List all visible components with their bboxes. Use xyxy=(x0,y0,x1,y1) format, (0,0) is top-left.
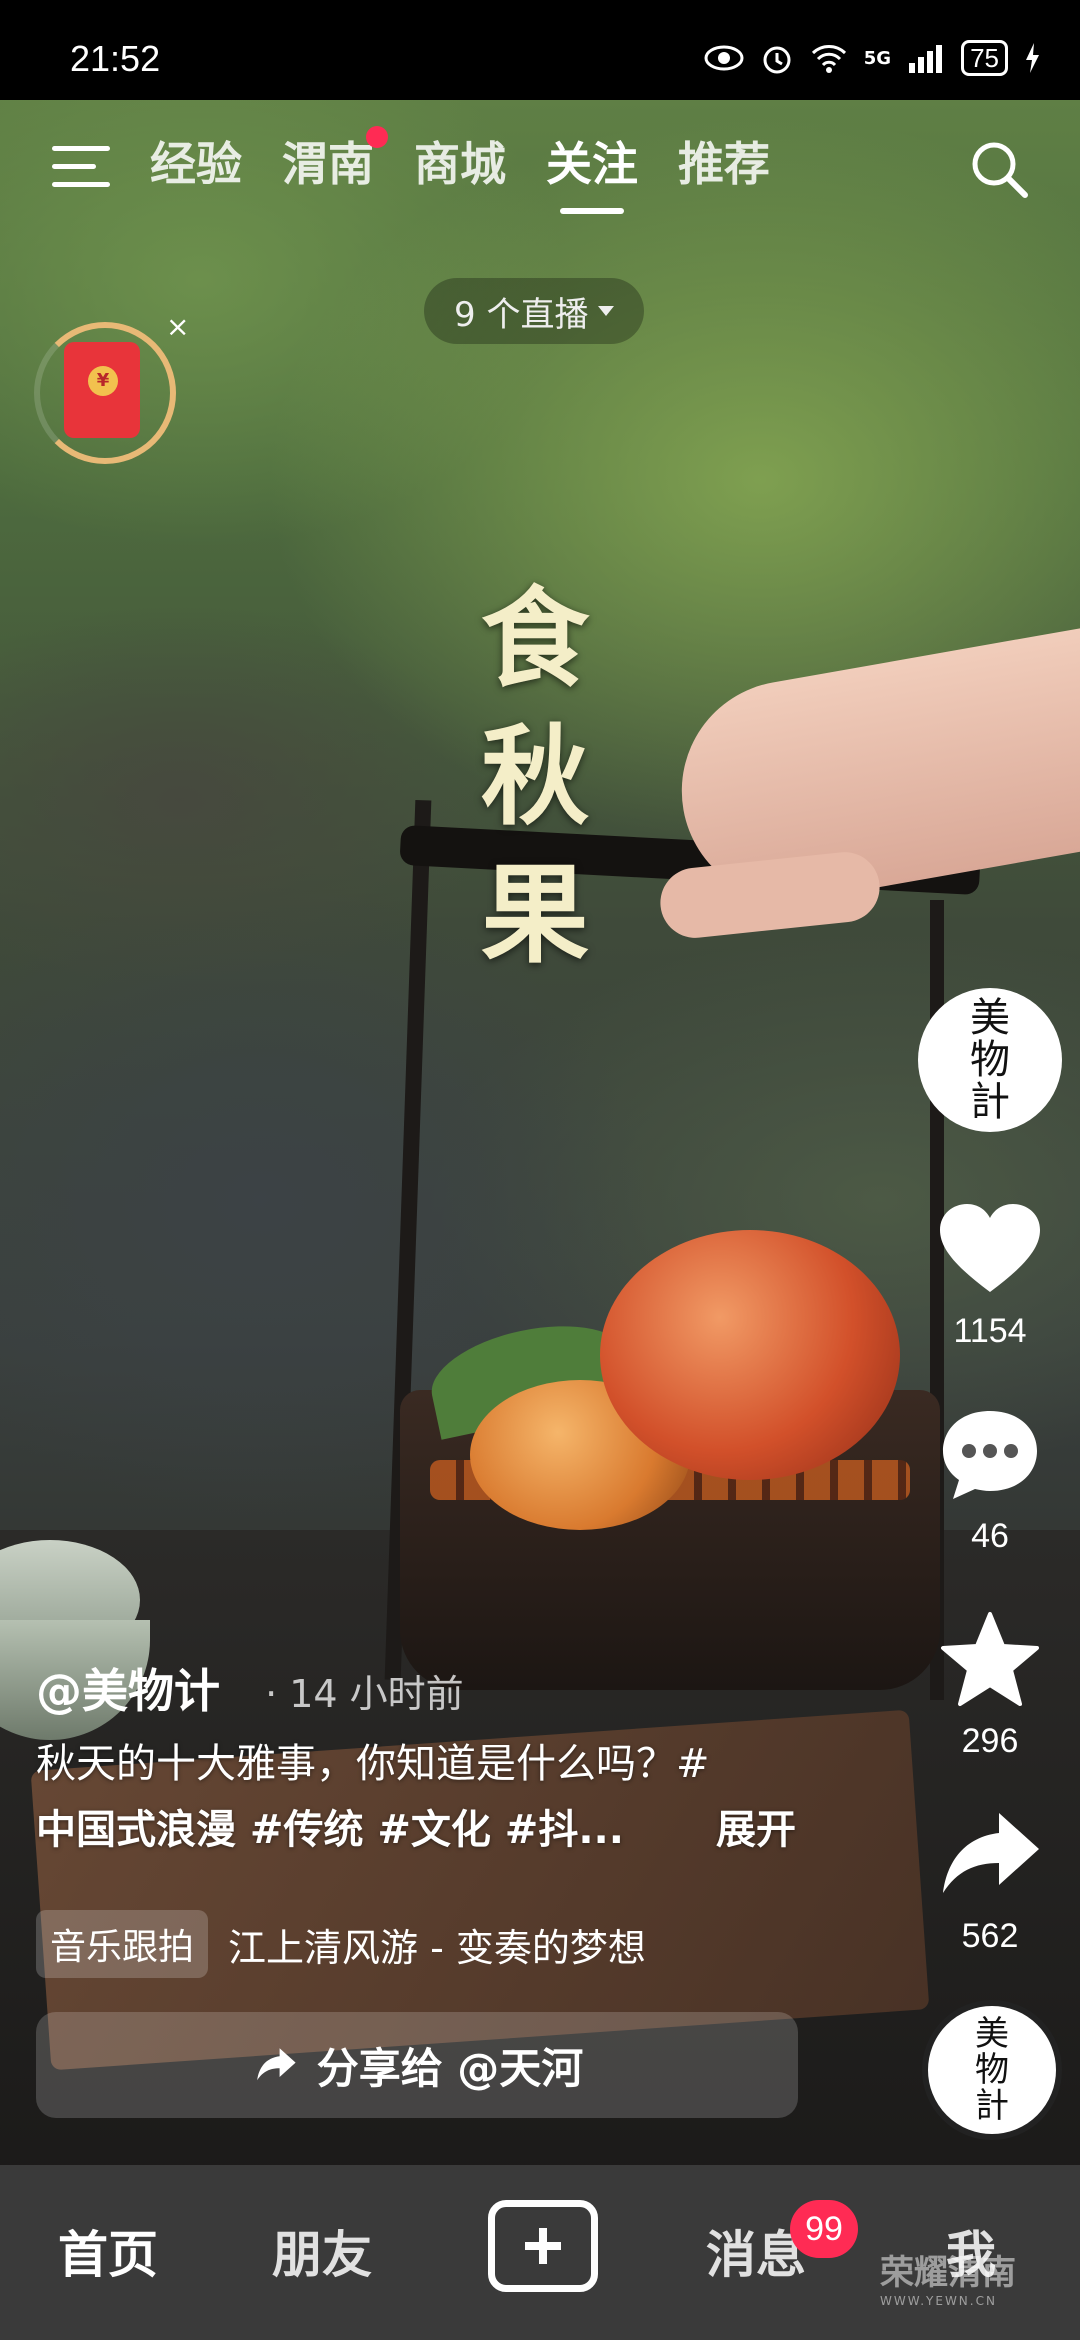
video-title-overlay: 食 秋 果 xyxy=(470,570,600,984)
share-to-friend-bar[interactable]: 分享给 @天河 xyxy=(36,2012,798,2118)
tab-weinan[interactable]: 渭南 xyxy=(282,126,388,208)
tab-recommend[interactable]: 推荐 xyxy=(678,128,770,208)
comment-icon xyxy=(943,1411,1037,1499)
like-count: 1154 xyxy=(953,1312,1027,1350)
post-caption: @美物计 · 14 小时前 秋天的十大雅事，你知道是什么吗？# 中国式浪漫 #传… xyxy=(36,1655,836,1863)
post-time: · 14 小时前 xyxy=(265,1672,464,1716)
live-label: 9 个直播 xyxy=(454,294,589,335)
music-disc[interactable]: 美 物 計 xyxy=(922,2000,1062,2140)
search-icon[interactable] xyxy=(968,138,1030,200)
red-envelope-widget[interactable]: ¥ × xyxy=(34,310,189,464)
live-count-pill[interactable]: 9 个直播 xyxy=(424,278,645,344)
share-button[interactable]: 562 xyxy=(920,1805,1060,1956)
status-icons: 5G 75 xyxy=(704,40,1040,76)
music-tag[interactable]: 音乐跟拍 xyxy=(36,1910,209,1978)
desc-hashtags: 中国式浪漫 #传统 #文化 #抖... xyxy=(36,1807,624,1853)
plus-icon xyxy=(525,2228,561,2264)
messages-badge: 99 xyxy=(790,2200,858,2258)
network-type: 5G xyxy=(863,47,892,69)
watermark-logo: 荣耀渭南 WWW.YEWN.CN xyxy=(880,2253,1016,2308)
nav-home[interactable]: 首页 xyxy=(58,2215,158,2287)
music-title: 江上清风游 - 变奏的梦想 xyxy=(228,1925,646,1970)
share-arrow-icon xyxy=(943,1813,1039,1893)
favorite-button[interactable]: 296 xyxy=(920,1610,1060,1761)
status-time: 21:52 xyxy=(70,38,161,79)
menu-icon[interactable] xyxy=(52,142,112,190)
heart-icon xyxy=(940,1204,1040,1292)
title-char: 食 xyxy=(480,576,589,702)
tab-mall[interactable]: 商城 xyxy=(414,128,506,208)
battery-level: 75 xyxy=(961,40,1008,76)
share-arrow-icon xyxy=(256,2048,296,2081)
create-post-button[interactable] xyxy=(488,2200,598,2292)
post-description[interactable]: 秋天的十大雅事，你知道是什么吗？# 中国式浪漫 #传统 #文化 #抖... 展开 xyxy=(36,1731,836,1863)
close-icon[interactable]: × xyxy=(166,310,189,343)
status-bar: 21:52 5G 75 xyxy=(0,0,1080,100)
like-button[interactable]: 1154 xyxy=(920,1200,1060,1351)
share-label: 分享给 @天河 xyxy=(316,2043,584,2093)
top-tabs: 经验 渭南 商城 关注 推荐 xyxy=(150,126,770,214)
comment-button[interactable]: 46 xyxy=(920,1405,1060,1556)
eye-icon xyxy=(704,45,744,71)
signal-icon xyxy=(909,45,943,73)
caret-down-icon xyxy=(598,306,615,316)
title-char: 秋 xyxy=(480,714,589,840)
tab-experience[interactable]: 经验 xyxy=(150,128,242,208)
notification-dot xyxy=(366,126,388,148)
nav-friends[interactable]: 朋友 xyxy=(272,2215,372,2287)
alarm-icon xyxy=(763,46,791,74)
tab-following[interactable]: 关注 xyxy=(546,128,638,214)
comment-count: 46 xyxy=(971,1517,1009,1555)
wifi-icon xyxy=(811,45,846,73)
expand-link[interactable]: 展开 xyxy=(716,1797,796,1863)
author-avatar[interactable]: 美 物 計 xyxy=(918,988,1062,1132)
star-icon xyxy=(941,1612,1039,1706)
music-row[interactable]: 音乐跟拍 江上清风游 - 变奏的梦想 xyxy=(36,1910,646,1978)
author-name[interactable]: @美物计 xyxy=(36,1664,220,1718)
favorite-count: 296 xyxy=(961,1722,1019,1760)
yuan-coin-icon: ¥ xyxy=(88,366,118,396)
persimmon xyxy=(600,1230,900,1480)
title-char: 果 xyxy=(480,852,589,978)
share-count: 562 xyxy=(961,1917,1019,1955)
desc-line: 秋天的十大雅事，你知道是什么吗？# xyxy=(36,1741,710,1787)
charging-icon xyxy=(1026,43,1039,73)
